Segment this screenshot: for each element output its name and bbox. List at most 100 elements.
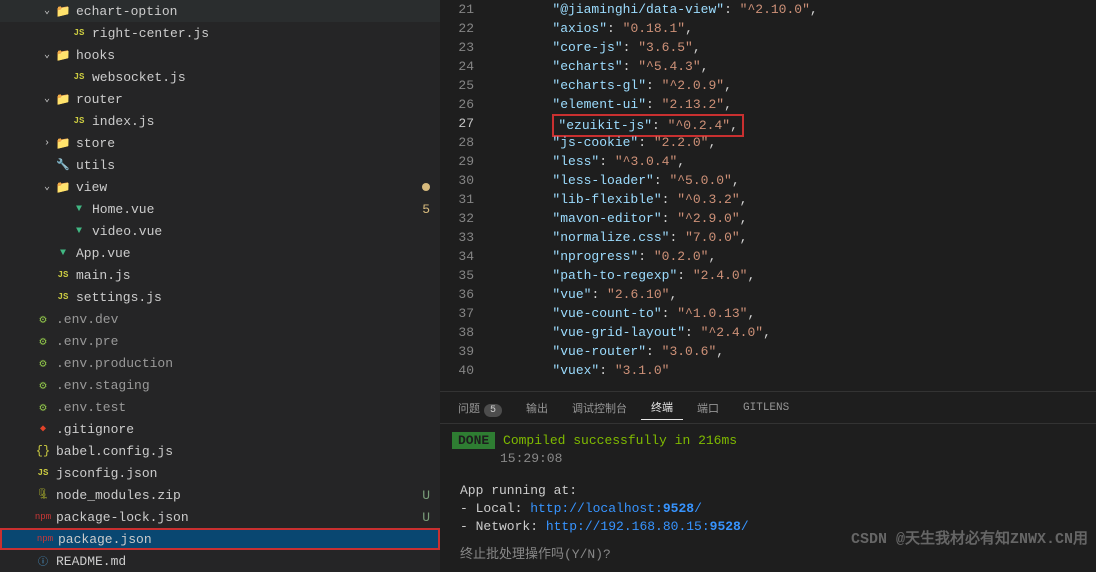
code-line[interactable]: "core-js": "3.6.5", xyxy=(490,38,1096,57)
git-icon: ◆ xyxy=(34,423,52,435)
file-label: jsconfig.json xyxy=(56,466,430,481)
chevron-icon: ⌄ xyxy=(40,5,54,17)
code-line[interactable]: "vue-count-to": "^1.0.13", xyxy=(490,304,1096,323)
file-explorer[interactable]: ⌄📁echart-optionJSright-center.js⌄📁hooksJ… xyxy=(0,0,440,572)
tab-problems[interactable]: 问题5 xyxy=(448,396,512,420)
env-icon: ⚙ xyxy=(34,312,52,327)
code-line[interactable]: "less-loader": "^5.0.0", xyxy=(490,171,1096,190)
tab-debug[interactable]: 调试控制台 xyxy=(562,396,637,420)
file-app-vue[interactable]: ▼App.vue xyxy=(0,242,440,264)
file--env-staging[interactable]: ⚙.env.staging xyxy=(0,374,440,396)
tab-gitlens[interactable]: GITLENS xyxy=(733,398,799,418)
code-line[interactable]: "axios": "0.18.1", xyxy=(490,19,1096,38)
local-label: - Local: xyxy=(460,501,530,516)
file-label: .env.pre xyxy=(56,334,430,349)
code-line[interactable]: "vue-router": "3.0.6", xyxy=(490,342,1096,361)
tab-output[interactable]: 输出 xyxy=(516,396,558,420)
file-babel-config-js[interactable]: {} babel.config.js xyxy=(0,440,440,462)
line-number: 37 xyxy=(440,304,474,323)
file-label: utils xyxy=(76,158,430,173)
terminal-output[interactable]: DONE Compiled successfully in 216ms 15:2… xyxy=(440,424,1096,572)
npm-icon: npm xyxy=(34,512,52,522)
code-line[interactable]: "element-ui": "2.13.2", xyxy=(490,95,1096,114)
line-number: 32 xyxy=(440,209,474,228)
file-main-js[interactable]: JSmain.js xyxy=(0,264,440,286)
tab-ports[interactable]: 端口 xyxy=(687,396,729,420)
file-label: video.vue xyxy=(92,224,430,239)
file-package-json[interactable]: npmpackage.json xyxy=(0,528,440,550)
code-line[interactable]: "echarts-gl": "^2.0.9", xyxy=(490,76,1096,95)
code-line[interactable]: "js-cookie": "2.2.0", xyxy=(490,133,1096,152)
file-hooks[interactable]: ⌄📁hooks xyxy=(0,44,440,66)
terminal-panel: 问题5 输出 调试控制台 终端 端口 GITLENS DONE Compiled… xyxy=(440,391,1096,572)
file-store[interactable]: ›📁store xyxy=(0,132,440,154)
file-label: .env.test xyxy=(56,400,430,415)
js-icon: JS xyxy=(70,116,88,126)
code-line[interactable]: "vue-grid-layout": "^2.4.0", xyxy=(490,323,1096,342)
file-jsconfig-json[interactable]: JSjsconfig.json xyxy=(0,462,440,484)
file--gitignore[interactable]: ◆ .gitignore xyxy=(0,418,440,440)
panel-tabs[interactable]: 问题5 输出 调试控制台 终端 端口 GITLENS xyxy=(440,392,1096,424)
file-label: right-center.js xyxy=(92,26,430,41)
code-area[interactable]: 2122232425262728293031323334353637383940… xyxy=(440,0,1096,391)
file-view[interactable]: ⌄📁view xyxy=(0,176,440,198)
readme-icon: ⓘ xyxy=(34,553,52,569)
code-line[interactable]: "vuex": "3.1.0" xyxy=(490,361,1096,380)
file-label: hooks xyxy=(76,48,430,63)
file-node-modules-zip[interactable]: 🗜node_modules.zipU xyxy=(0,484,440,506)
code-line[interactable]: "lib-flexible": "^0.3.2", xyxy=(490,190,1096,209)
file-package-lock-json[interactable]: npmpackage-lock.jsonU xyxy=(0,506,440,528)
file-label: .gitignore xyxy=(56,422,430,437)
file-label: websocket.js xyxy=(92,70,430,85)
file-echart-option[interactable]: ⌄📁echart-option xyxy=(0,0,440,22)
file-label: babel.config.js xyxy=(56,444,430,459)
file-index-js[interactable]: JSindex.js xyxy=(0,110,440,132)
batch-prompt: 终止批处理操作吗(Y/N)? xyxy=(452,546,1084,564)
code-line[interactable]: "@jiaminghi/data-view": "^2.10.0", xyxy=(490,0,1096,19)
file-settings-js[interactable]: JSsettings.js xyxy=(0,286,440,308)
chevron-icon: ⌄ xyxy=(40,181,54,193)
file-websocket-js[interactable]: JSwebsocket.js xyxy=(0,66,440,88)
modified-dot xyxy=(422,183,430,191)
file-right-center-js[interactable]: JSright-center.js xyxy=(0,22,440,44)
line-number: 22 xyxy=(440,19,474,38)
json-icon: {} xyxy=(34,444,52,458)
env-icon: ⚙ xyxy=(34,400,52,415)
folder-icon: 📁 xyxy=(54,136,72,151)
zip-icon: 🗜 xyxy=(34,489,52,501)
file-readme-md[interactable]: ⓘ README.md xyxy=(0,550,440,572)
code-content[interactable]: "@jiaminghi/data-view": "^2.10.0", "axio… xyxy=(490,0,1096,391)
file-video-vue[interactable]: ▼video.vue xyxy=(0,220,440,242)
code-line[interactable]: "mavon-editor": "^2.9.0", xyxy=(490,209,1096,228)
code-line[interactable]: "ezuikit-js": "^0.2.4", xyxy=(490,114,1096,133)
file-label: view xyxy=(76,180,422,195)
compile-time: 15:29:08 xyxy=(500,451,562,466)
code-line[interactable]: "vue": "2.6.10", xyxy=(490,285,1096,304)
chevron-icon: ⌄ xyxy=(40,49,54,61)
file-label: README.md xyxy=(56,554,430,569)
file-router[interactable]: ⌄📁router xyxy=(0,88,440,110)
file--env-production[interactable]: ⚙.env.production xyxy=(0,352,440,374)
code-line[interactable]: "echarts": "^5.4.3", xyxy=(490,57,1096,76)
utils-icon: 🔧 xyxy=(54,158,72,172)
file-label: main.js xyxy=(76,268,430,283)
file-utils[interactable]: 🔧 utils xyxy=(0,154,440,176)
line-number: 35 xyxy=(440,266,474,285)
code-line[interactable]: "nprogress": "0.2.0", xyxy=(490,247,1096,266)
network-url[interactable]: http://192.168.80.15:9528/ xyxy=(546,519,749,534)
line-number: 21 xyxy=(440,0,474,19)
npm-icon: npm xyxy=(36,534,54,544)
file--env-pre[interactable]: ⚙.env.pre xyxy=(0,330,440,352)
app-running: App running at: xyxy=(452,482,1084,500)
file--env-test[interactable]: ⚙ .env.test xyxy=(0,396,440,418)
code-line[interactable]: "normalize.css": "7.0.0", xyxy=(490,228,1096,247)
problems-badge: 5 xyxy=(484,404,502,417)
tab-terminal[interactable]: 终端 xyxy=(641,395,683,420)
compile-msg: Compiled successfully in 216ms xyxy=(503,433,737,448)
line-number: 40 xyxy=(440,361,474,380)
code-line[interactable]: "path-to-regexp": "2.4.0", xyxy=(490,266,1096,285)
code-line[interactable]: "less": "^3.0.4", xyxy=(490,152,1096,171)
file-home-vue[interactable]: ▼Home.vue5 xyxy=(0,198,440,220)
file--env-dev[interactable]: ⚙.env.dev xyxy=(0,308,440,330)
local-url[interactable]: http://localhost:9528/ xyxy=(530,501,702,516)
